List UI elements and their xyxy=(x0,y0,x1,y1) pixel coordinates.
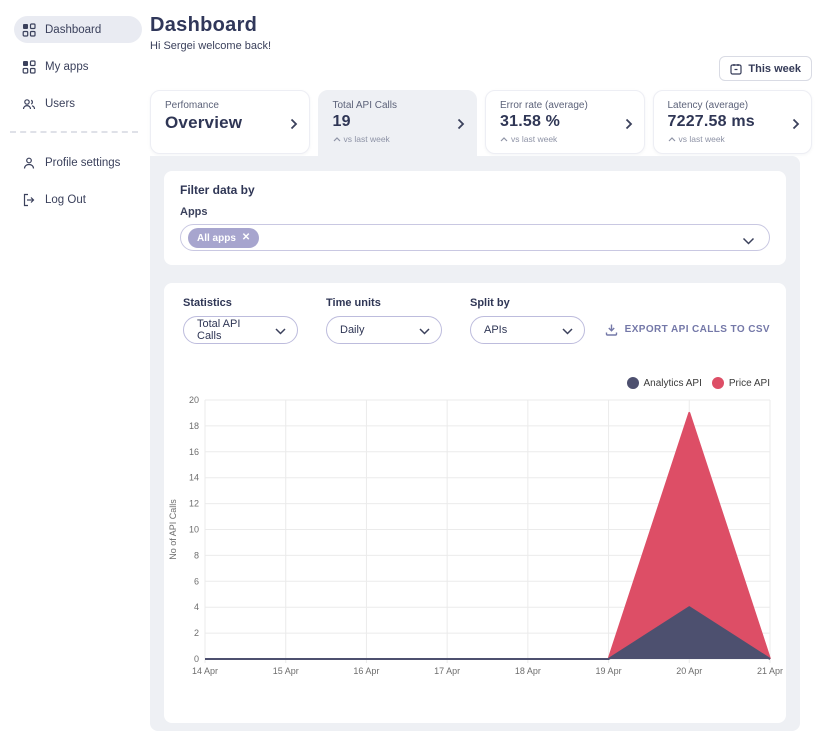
chart-area: 0 2 4 6 8 10 12 14 16 18 20 14 Apr 15 Apr 16 Apr 17 Ap… xyxy=(164,378,784,678)
tab-total-api-calls[interactable]: Total API Calls 19 vs last week xyxy=(317,90,477,156)
sidebar-item-dashboard[interactable]: Dashboard xyxy=(14,16,142,43)
tab-label: Error rate (average) xyxy=(500,100,588,111)
svg-text:14: 14 xyxy=(189,473,199,483)
tab-label: Latency (average) xyxy=(667,100,749,111)
chip-label: All apps xyxy=(197,232,236,244)
users-icon xyxy=(22,97,36,111)
tab-trend: vs last week xyxy=(668,134,786,144)
time-units-label: Time units xyxy=(326,297,381,309)
chevron-down-icon xyxy=(275,326,286,338)
svg-text:0: 0 xyxy=(194,654,199,664)
sidebar-item-log-out[interactable]: Log Out xyxy=(14,186,142,213)
tab-label: Total API Calls xyxy=(332,100,397,111)
sidebar: Dashboard My apps Users Profile settings xyxy=(0,0,150,746)
sidebar-divider xyxy=(10,131,138,133)
legend-item-price-api: Price API xyxy=(711,377,770,389)
svg-text:8: 8 xyxy=(194,550,199,560)
download-icon xyxy=(605,323,618,336)
tab-trend: vs last week xyxy=(333,134,451,144)
svg-text:16: 16 xyxy=(189,447,199,457)
svg-text:2: 2 xyxy=(194,628,199,638)
tab-latency[interactable]: Latency (average) 7227.58 ms vs last wee… xyxy=(652,90,812,154)
period-selector-button[interactable]: This week xyxy=(719,56,812,81)
close-icon[interactable]: ✕ xyxy=(242,233,250,243)
time-units-control: Time units Daily xyxy=(326,297,442,344)
time-units-select[interactable]: Daily xyxy=(326,316,442,344)
split-by-select[interactable]: APIs xyxy=(470,316,585,344)
tab-error-rate[interactable]: Error rate (average) 31.58 % vs last wee… xyxy=(485,90,645,154)
svg-text:6: 6 xyxy=(194,576,199,586)
chevron-up-icon xyxy=(500,134,508,144)
filter-title: Filter data by xyxy=(180,183,255,197)
filter-card: Filter data by Apps All apps ✕ xyxy=(164,171,786,265)
chart-controls: Statistics Total API Calls Time units Da… xyxy=(183,297,585,344)
chevron-down-icon[interactable] xyxy=(742,232,755,250)
period-selector-label: This week xyxy=(748,62,801,75)
sidebar-item-label: Profile settings xyxy=(45,156,121,169)
grid-icon xyxy=(22,59,36,74)
tab-label: Perfomance xyxy=(165,100,219,111)
svg-text:14 Apr: 14 Apr xyxy=(192,666,218,676)
sidebar-item-my-apps[interactable]: My apps xyxy=(14,53,142,80)
grid-icon xyxy=(22,22,36,37)
svg-text:4: 4 xyxy=(194,602,199,612)
statistics-select[interactable]: Total API Calls xyxy=(183,316,298,344)
svg-text:19 Apr: 19 Apr xyxy=(596,666,622,676)
svg-text:17 Apr: 17 Apr xyxy=(434,666,460,676)
svg-text:No of API Calls: No of API Calls xyxy=(168,499,178,560)
chevron-down-icon xyxy=(419,326,430,338)
svg-text:16 Apr: 16 Apr xyxy=(353,666,379,676)
tab-value: 7227.58 ms xyxy=(667,113,755,130)
chevron-right-icon xyxy=(792,117,800,135)
svg-text:18 Apr: 18 Apr xyxy=(515,666,541,676)
legend-dot xyxy=(711,377,724,389)
svg-text:10: 10 xyxy=(189,525,199,535)
sidebar-item-label: Log Out xyxy=(45,193,86,206)
chevron-right-icon xyxy=(625,117,633,135)
apps-filter-input[interactable]: All apps ✕ xyxy=(180,224,770,251)
chevron-right-icon xyxy=(290,117,298,135)
statistics-card: Statistics Total API Calls Time units Da… xyxy=(164,283,786,723)
tab-value: 31.58 % xyxy=(500,113,561,130)
svg-text:20: 20 xyxy=(189,395,199,405)
sidebar-item-label: Dashboard xyxy=(45,23,102,36)
tab-value: Overview xyxy=(165,113,243,132)
svg-text:15 Apr: 15 Apr xyxy=(273,666,299,676)
sidebar-item-users[interactable]: Users xyxy=(14,90,142,117)
svg-text:18: 18 xyxy=(189,421,199,431)
statistics-label: Statistics xyxy=(183,297,232,309)
content-panel: Filter data by Apps All apps ✕ Statistic… xyxy=(150,156,800,731)
chevron-up-icon xyxy=(333,134,341,144)
api-calls-chart: 0 2 4 6 8 10 12 14 16 18 20 14 Apr 15 Apr 16 Apr 17 Ap… xyxy=(168,395,783,676)
page-subtitle: Hi Sergei welcome back! xyxy=(150,40,272,52)
export-csv-label: EXPORT API CALLS TO CSV xyxy=(624,324,770,335)
tab-trend: vs last week xyxy=(500,134,618,144)
statistics-control: Statistics Total API Calls xyxy=(183,297,298,344)
apps-filter-label: Apps xyxy=(180,206,208,218)
export-csv-button[interactable]: EXPORT API CALLS TO CSV xyxy=(605,323,770,336)
sidebar-item-label: Users xyxy=(45,97,76,110)
logout-icon xyxy=(22,193,36,207)
sidebar-item-label: My apps xyxy=(45,60,89,73)
chart-legend: Analytics API Price API xyxy=(626,377,770,389)
svg-text:12: 12 xyxy=(189,499,199,509)
dashboard-page: Dashboard My apps Users Profile settings xyxy=(0,0,824,746)
chevron-right-icon xyxy=(457,117,465,135)
split-by-control: Split by APIs xyxy=(470,297,585,344)
tab-performance-overview[interactable]: Perfomance Overview xyxy=(150,90,310,154)
all-apps-chip[interactable]: All apps ✕ xyxy=(188,228,260,248)
split-by-label: Split by xyxy=(470,297,510,309)
stat-tabs: Perfomance Overview Total API Calls 19 v… xyxy=(150,90,812,156)
calendar-icon xyxy=(730,63,743,75)
tab-value: 19 xyxy=(332,113,351,130)
svg-text:20 Apr: 20 Apr xyxy=(676,666,702,676)
chevron-up-icon xyxy=(668,134,676,144)
chevron-down-icon xyxy=(562,326,573,338)
svg-text:21 Apr: 21 Apr xyxy=(757,666,783,676)
person-icon xyxy=(22,156,36,170)
legend-item-analytics-api: Analytics API xyxy=(626,377,702,389)
sidebar-item-profile-settings[interactable]: Profile settings xyxy=(14,149,142,176)
legend-dot xyxy=(626,377,639,389)
page-title: Dashboard xyxy=(150,14,258,36)
